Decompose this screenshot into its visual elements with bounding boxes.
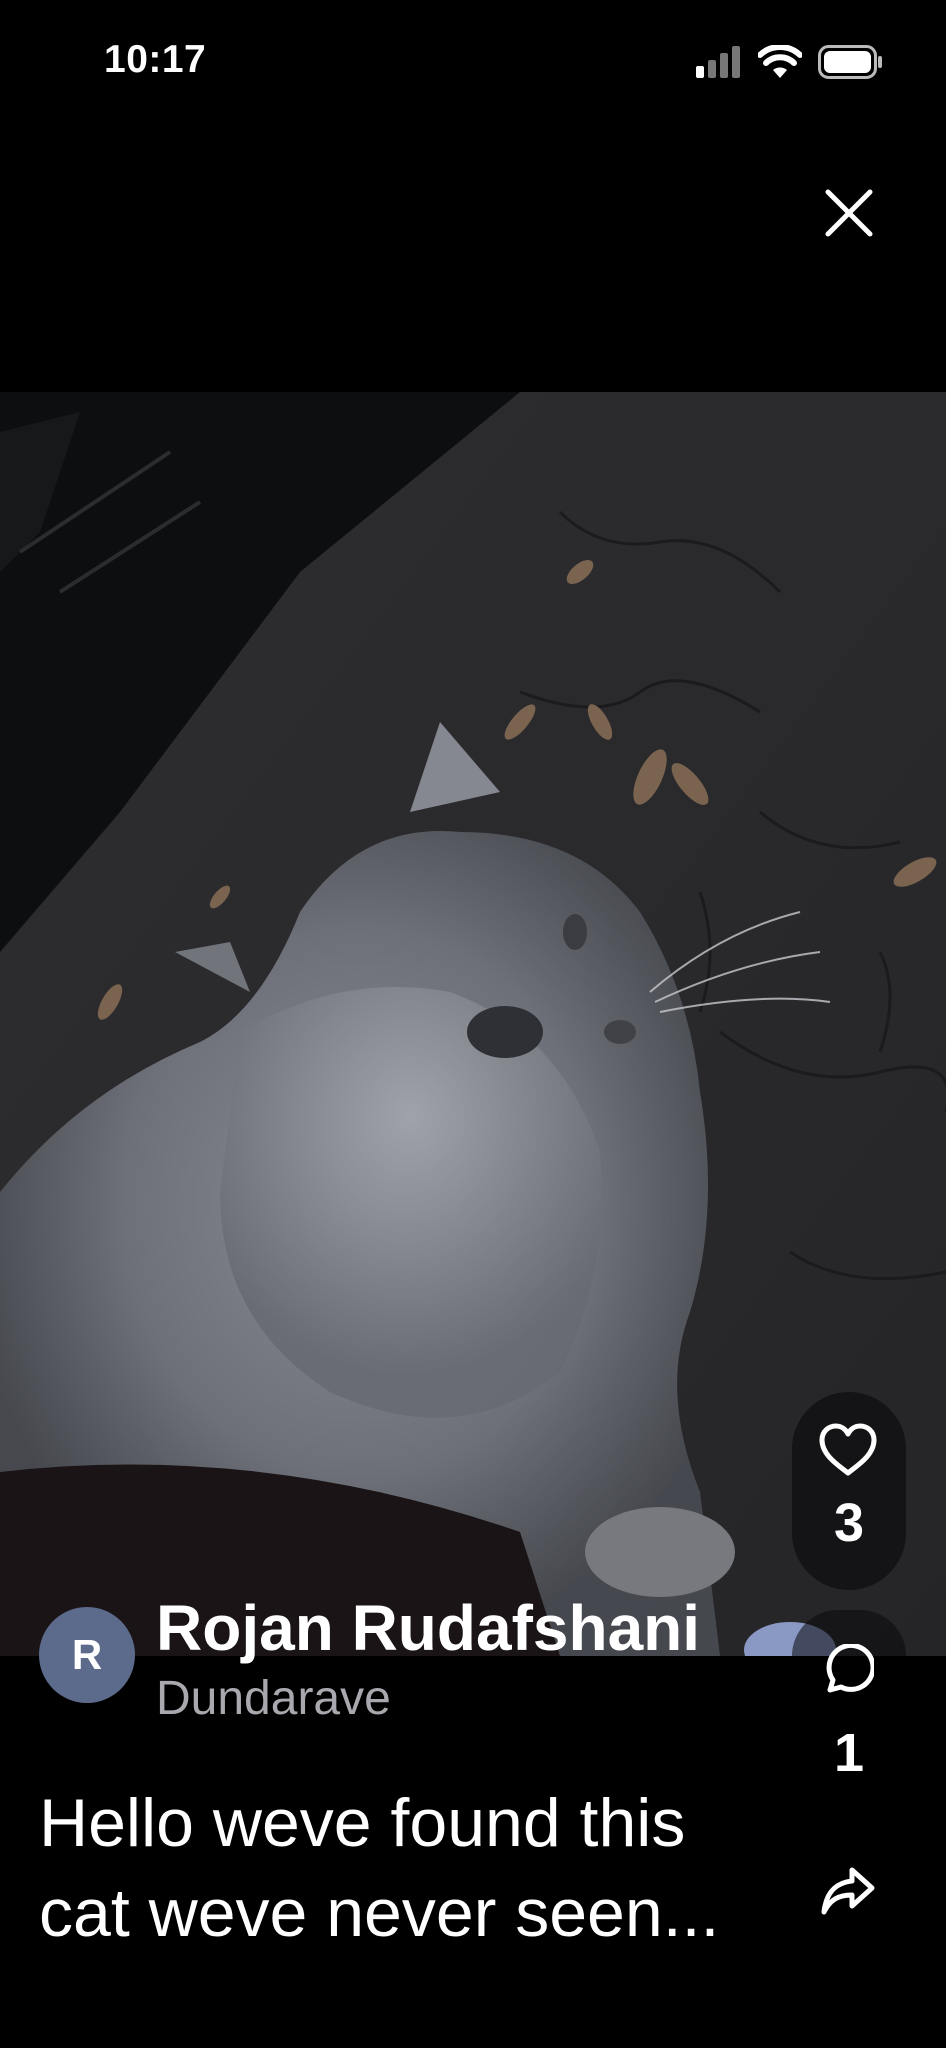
close-icon[interactable] — [822, 186, 876, 240]
share-arrow-icon[interactable] — [820, 1864, 876, 1918]
like-count: 3 — [833, 1493, 865, 1553]
signal-icon — [696, 46, 740, 78]
author-name[interactable]: Rojan Rudafshani — [156, 1590, 700, 1666]
comment-bubble-icon[interactable] — [822, 1644, 874, 1696]
wifi-icon — [758, 45, 802, 78]
status-icons — [696, 44, 884, 80]
avatar[interactable]: R — [39, 1607, 135, 1703]
heart-icon[interactable] — [818, 1422, 878, 1478]
author-location: Dundarave — [156, 1672, 391, 1725]
post-text-line: cat weve never seen... — [39, 1875, 720, 1951]
post-text-line: Hello weve found this — [39, 1785, 686, 1861]
status-bar: 10:17 — [0, 0, 946, 130]
battery-icon — [818, 45, 882, 79]
comment-count: 1 — [833, 1723, 865, 1783]
post-text[interactable]: Hello weve found this cat weve never see… — [39, 1778, 759, 1958]
status-time: 10:17 — [104, 38, 207, 81]
